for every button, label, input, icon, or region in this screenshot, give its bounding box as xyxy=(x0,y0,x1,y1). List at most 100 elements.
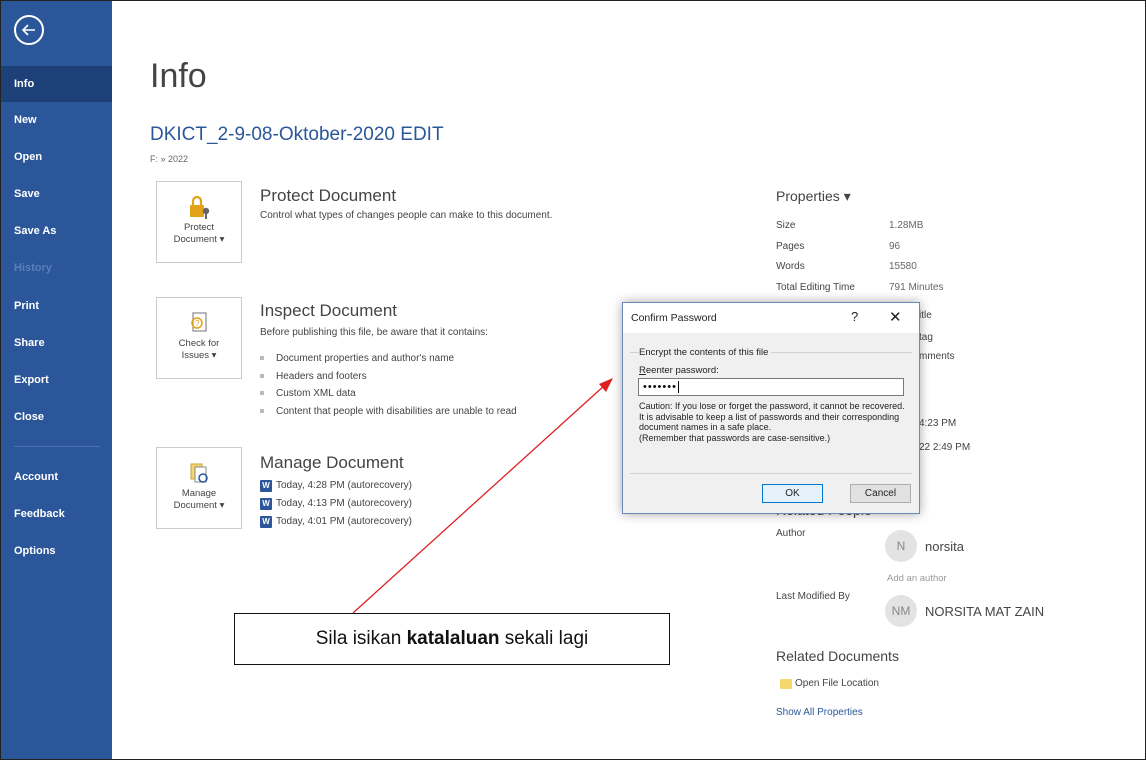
inspect-item: Headers and footers xyxy=(276,370,367,382)
sidebar-item-export[interactable]: Export xyxy=(1,362,112,398)
property-value: 96 xyxy=(889,241,901,252)
inspect-item: Document properties and author's name xyxy=(276,353,455,364)
sidebar-item-info[interactable]: Info xyxy=(1,66,112,102)
sidebar-item-share[interactable]: Share xyxy=(1,325,112,361)
version-item[interactable]: W Today, 4:01 PM (autorecovery) xyxy=(260,513,412,531)
sidebar-item-save-as[interactable]: Save As xyxy=(1,213,112,249)
sidebar-item-account[interactable]: Account xyxy=(1,459,112,495)
svg-text:?: ? xyxy=(195,319,200,328)
dialog-separator xyxy=(630,473,912,474)
encrypt-group-label: Encrypt the contents of this file xyxy=(639,347,772,358)
property-row: Total Editing Time 791 Minutes xyxy=(776,282,943,293)
modified-value-partial: 4:23 PM xyxy=(919,418,957,429)
text-caret xyxy=(677,381,679,394)
author-avatar: N xyxy=(885,530,917,562)
annotation-callout: Sila isikan katalaluan sekali lagi xyxy=(234,613,670,665)
document-title: DKICT_2-9-08-Oktober-2020 EDIT xyxy=(150,124,444,145)
back-button[interactable] xyxy=(14,15,44,45)
reenter-password-input[interactable]: ••••••• xyxy=(638,378,904,396)
sidebar-item-options[interactable]: Options xyxy=(1,533,112,569)
show-all-properties-link[interactable]: Show All Properties xyxy=(776,707,863,718)
version-item[interactable]: W Today, 4:28 PM (autorecovery) xyxy=(260,477,412,495)
sidebar-item-save[interactable]: Save xyxy=(1,176,112,212)
last-modified-name[interactable]: NORSITA MAT ZAIN xyxy=(925,604,1044,619)
ok-button[interactable]: OK xyxy=(762,484,823,503)
protect-document-button[interactable]: Protect Document ▾ xyxy=(156,181,242,263)
title-value-partial[interactable]: itle xyxy=(919,310,932,321)
bullet-icon xyxy=(260,356,264,361)
access-key: R xyxy=(639,365,646,376)
properties-dropdown[interactable]: Properties ▾ xyxy=(776,188,851,205)
tags-value-partial[interactable]: tag xyxy=(919,332,933,343)
protect-description: Control what types of changes people can… xyxy=(260,210,553,221)
inspect-button-label-1: Check for xyxy=(178,338,220,349)
version-label: Today, 4:28 PM (autorecovery) xyxy=(276,480,412,491)
inspect-item: Content that people with disabilities ar… xyxy=(276,405,517,417)
inspect-description: Before publishing this file, be aware th… xyxy=(260,327,488,338)
created-value-partial: 22 2:49 PM xyxy=(919,442,971,453)
check-for-issues-button[interactable]: ? Check for Issues ▾ xyxy=(156,297,242,379)
callout-text-bold: katalaluan xyxy=(406,628,500,649)
list-item: Headers and footers xyxy=(260,368,517,386)
sidebar-item-feedback[interactable]: Feedback xyxy=(1,496,112,532)
property-value: 791 Minutes xyxy=(889,282,944,293)
document-path[interactable]: F: » 2022 xyxy=(150,154,188,164)
sidebar-item-open[interactable]: Open xyxy=(1,139,112,175)
caution-text: Caution: If you lose or forget the passw… xyxy=(639,401,905,443)
back-arrow-icon xyxy=(21,24,35,36)
cancel-button[interactable]: Cancel xyxy=(850,484,911,503)
add-author-link[interactable]: Add an author xyxy=(887,573,947,584)
manage-document-button[interactable]: Manage Document ▾ xyxy=(156,447,242,529)
dialog-titlebar[interactable]: Confirm Password ? ✕ xyxy=(623,303,919,333)
comments-value-partial[interactable]: mments xyxy=(919,351,955,362)
sidebar-divider xyxy=(14,446,100,447)
author-name[interactable]: norsita xyxy=(925,539,964,554)
property-row: Pages 96 xyxy=(776,241,900,252)
password-mask: ••••••• xyxy=(643,381,677,393)
property-row: Words 15580 xyxy=(776,261,917,272)
inspect-heading: Inspect Document xyxy=(260,301,398,320)
protect-heading: Protect Document xyxy=(260,186,397,205)
confirm-password-dialog: Confirm Password ? ✕ Encrypt the content… xyxy=(622,302,920,514)
lock-key-icon xyxy=(190,195,210,219)
property-label: Size xyxy=(776,220,796,231)
protect-button-label-1: Protect xyxy=(183,222,215,233)
dialog-title: Confirm Password xyxy=(631,312,717,324)
property-value: 15580 xyxy=(889,261,917,272)
word-file-icon: W xyxy=(260,516,272,528)
list-item: Content that people with disabilities ar… xyxy=(260,403,517,421)
property-row: Size 1.28MB xyxy=(776,220,923,231)
last-modified-label: Last Modified By xyxy=(776,591,850,602)
inspect-item: Custom XML data xyxy=(276,388,356,399)
backstage-sidebar: Info New Open Save Save As History Print… xyxy=(1,1,112,759)
callout-text-after: sekali lagi xyxy=(499,628,589,649)
sidebar-item-print[interactable]: Print xyxy=(1,288,112,324)
word-backstage-window: Info New Open Save Save As History Print… xyxy=(0,0,1146,760)
word-file-icon: W xyxy=(260,480,272,492)
sidebar-item-close[interactable]: Close xyxy=(1,399,112,435)
version-list: W Today, 4:28 PM (autorecovery) W Today, 4… xyxy=(260,477,412,531)
manage-button-label-2: Document ▾ xyxy=(173,500,225,511)
manage-button-label-1: Manage xyxy=(181,488,217,499)
manage-document-icon xyxy=(190,463,208,483)
page-title: Info xyxy=(150,57,207,95)
bullet-icon xyxy=(260,391,264,396)
version-label: Today, 4:01 PM (autorecovery) xyxy=(276,516,412,527)
related-documents-heading: Related Documents xyxy=(776,648,899,664)
bullet-icon xyxy=(260,408,264,413)
close-icon[interactable]: ✕ xyxy=(889,308,902,326)
list-item: Document properties and author's name xyxy=(260,350,517,368)
property-label: Words xyxy=(776,261,805,272)
open-file-location-link[interactable]: Open File Location xyxy=(795,678,879,689)
folder-icon xyxy=(780,679,792,689)
version-item[interactable]: W Today, 4:13 PM (autorecovery) xyxy=(260,495,412,513)
reenter-password-label: Reenter password: xyxy=(639,365,719,376)
manage-heading: Manage Document xyxy=(260,453,404,472)
protect-button-label-2: Document ▾ xyxy=(173,234,225,245)
property-label: Pages xyxy=(776,241,805,252)
inspect-document-icon: ? xyxy=(191,312,207,332)
author-label: Author xyxy=(776,528,806,539)
help-icon[interactable]: ? xyxy=(851,309,858,324)
sidebar-item-new[interactable]: New xyxy=(1,102,112,138)
property-value: 1.28MB xyxy=(889,220,924,231)
